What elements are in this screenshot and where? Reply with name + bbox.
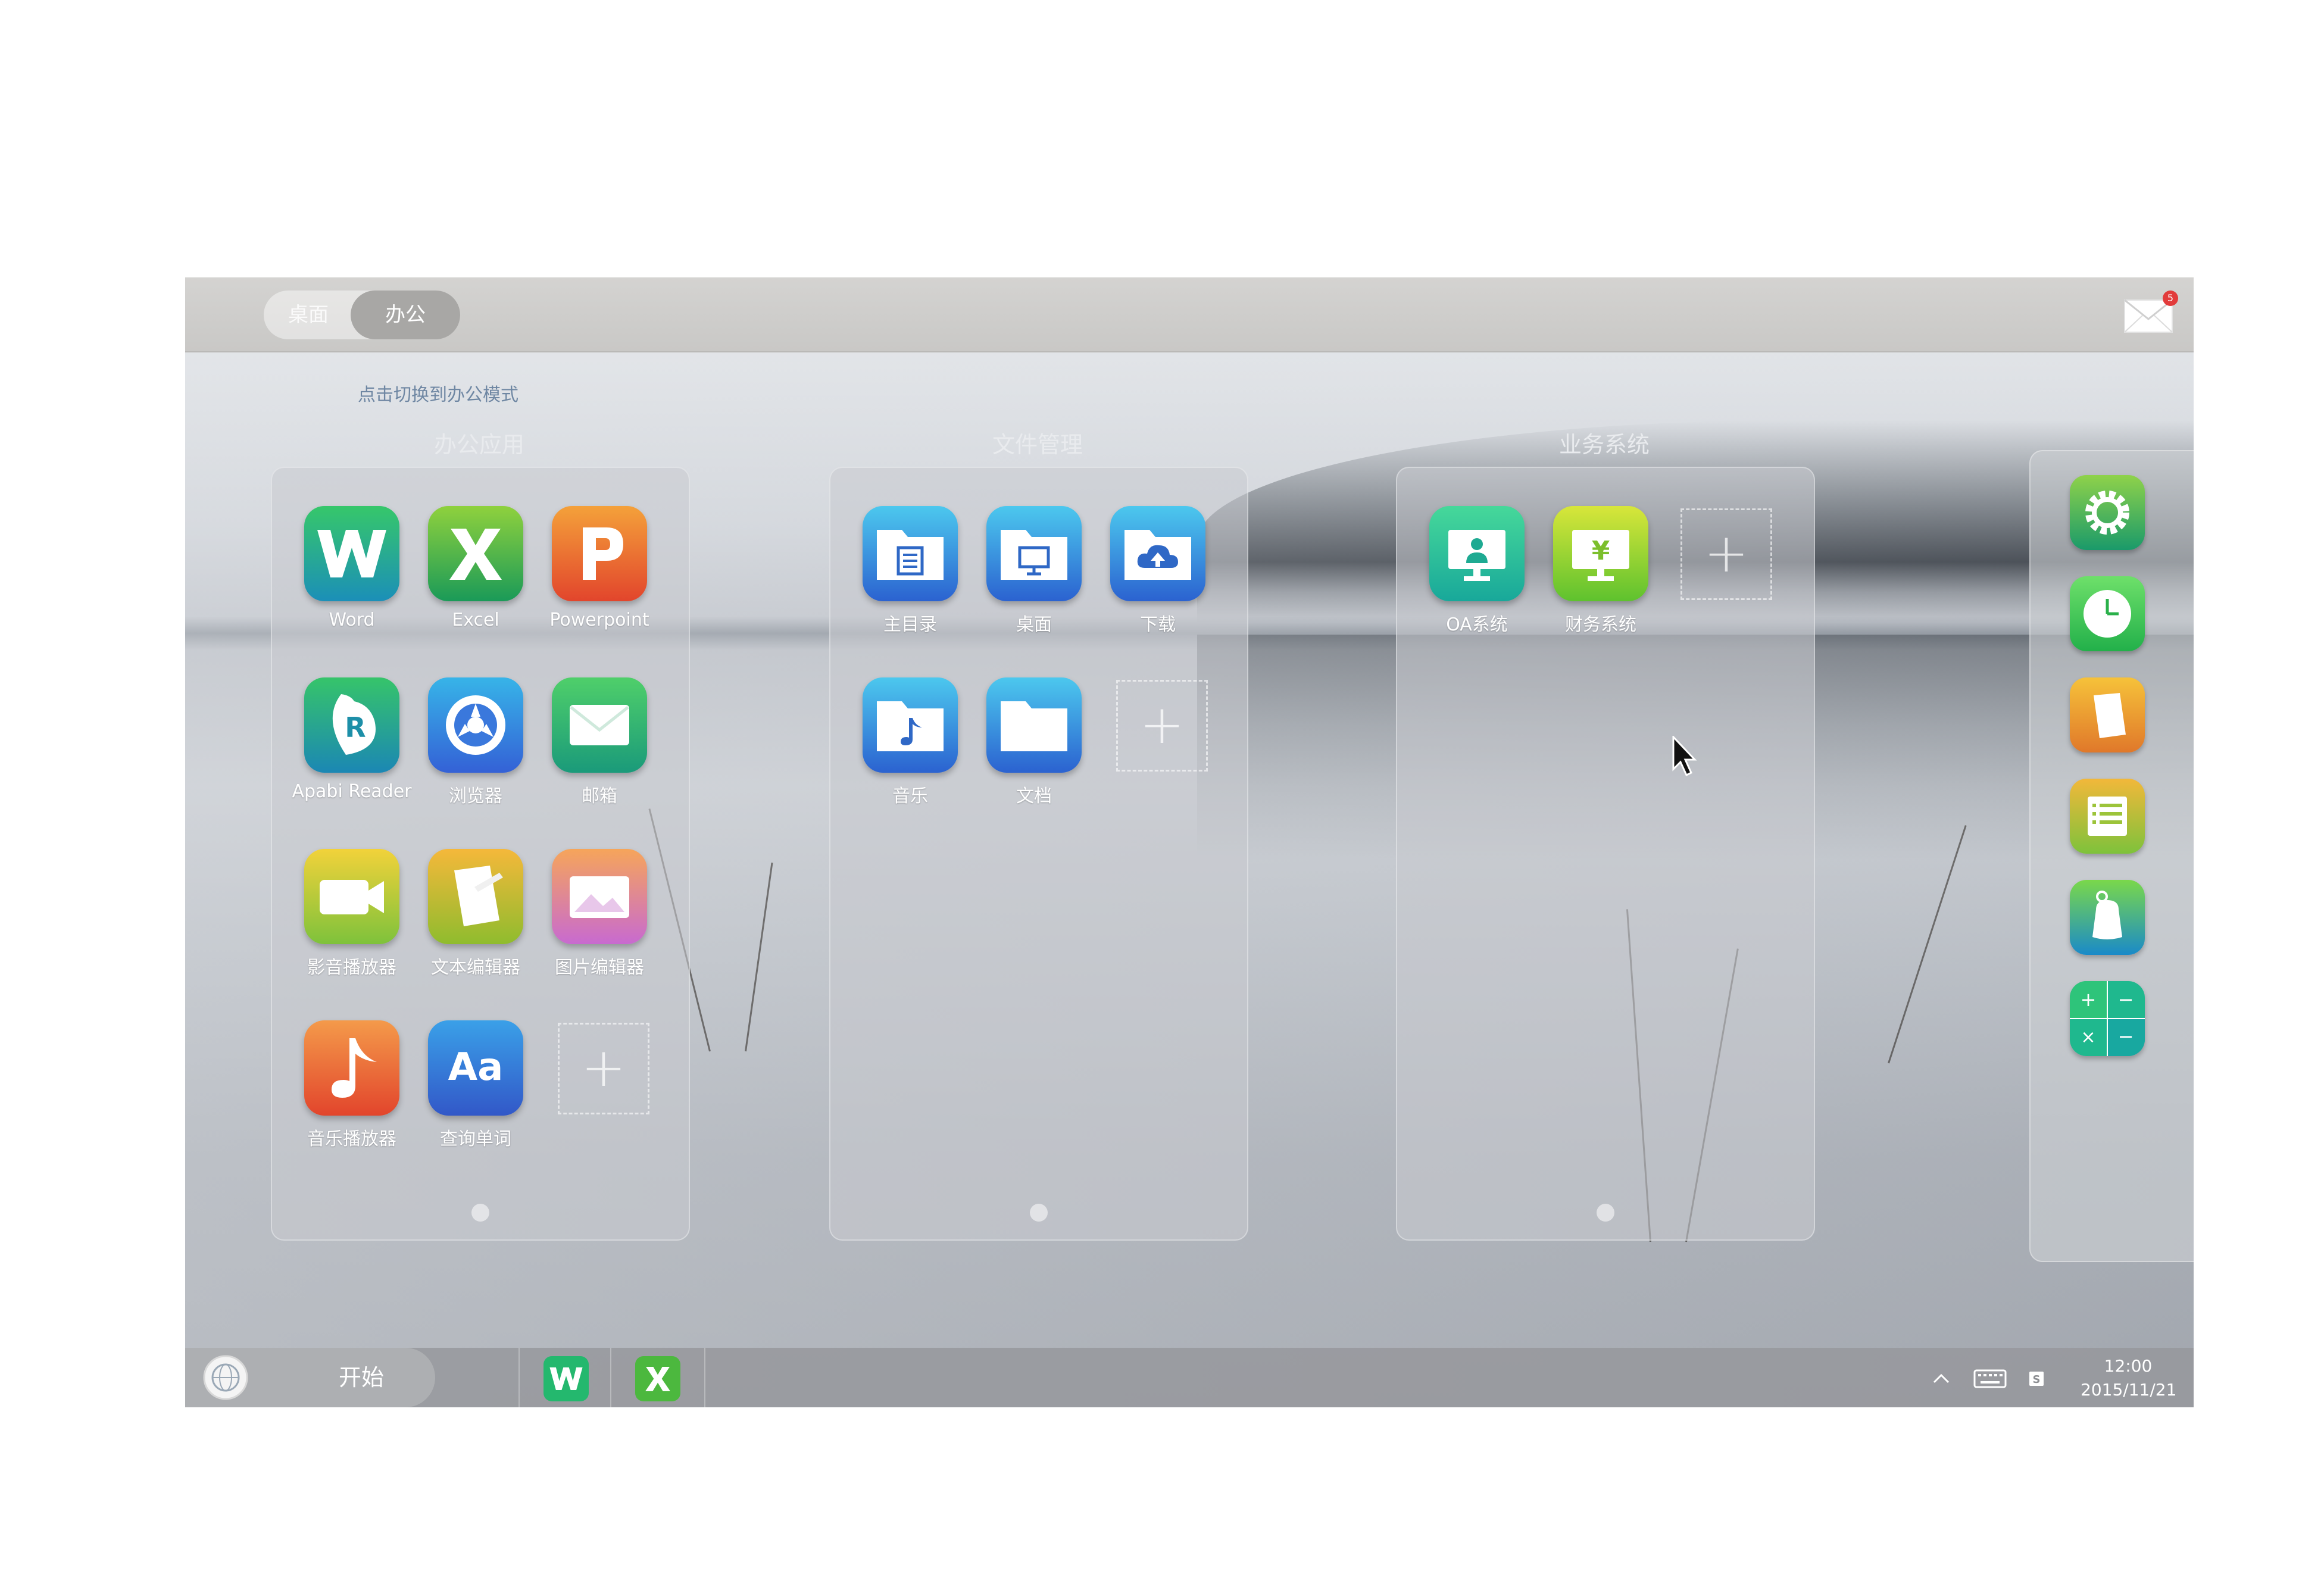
app-desktop-folder[interactable]: 桌面 [966,506,1085,649]
mode-switch-hint[interactable]: 点击切换到办公模式 [358,380,518,406]
add-app-slot[interactable]: + [558,1023,649,1114]
mail-badge: 5 [2163,291,2178,306]
documents-folder-icon [986,677,1082,773]
mouse-cursor-icon [1672,736,1697,777]
taskbar-app-excel[interactable] [610,1348,705,1407]
clock-icon[interactable] [2070,576,2145,651]
panel-title-business-systems: 业务系统 [1558,432,1650,458]
tray-expand-icon[interactable] [1929,1363,1953,1393]
app-music-player[interactable]: 音乐播放器 [284,1020,403,1163]
mode-desktop-button[interactable]: 桌面 [264,291,353,339]
app-label: 下载 [1140,614,1176,635]
svg-text:+: + [2081,988,2097,1011]
mail-icon [552,677,647,773]
video-player-icon [304,849,399,944]
dictionary-icon: Aa [428,1020,523,1116]
excel-icon [428,506,523,601]
start-label: 开始 [339,1364,385,1391]
calculator-icon[interactable]: + − × − [2070,981,2145,1056]
app-label: Powerpoint [549,610,649,630]
cleaner-icon[interactable] [2070,880,2145,955]
add-app-slot[interactable]: + [1116,680,1208,772]
taskbar-app-word[interactable] [518,1348,613,1407]
input-method-icon[interactable]: S [2025,1363,2048,1393]
taskbar: 开始 S 12:00 2015/11/21 [185,1348,2194,1407]
word-icon [543,1356,589,1401]
music-folder-icon [863,677,958,773]
page-indicator[interactable] [1597,1204,1614,1222]
desktop-screen: 桌面 办公 5 点击切换到办公模式 办公应用 Word Excel Powerp… [185,277,2194,1407]
panel-business-systems: OA系统 ¥ 财务系统 + [1396,467,1815,1241]
app-home-folder[interactable]: 主目录 [842,506,961,649]
apabi-reader-icon: R [304,677,399,773]
app-download-folder[interactable]: 下载 [1090,506,1209,649]
app-mail[interactable]: 邮箱 [532,677,651,820]
app-image-editor[interactable]: 图片编辑器 [532,849,651,992]
browser-icon [428,677,523,773]
app-word[interactable]: Word [284,506,403,649]
svg-text:×: × [2081,1027,2095,1048]
download-folder-icon [1110,506,1205,601]
music-player-icon [304,1020,399,1116]
svg-text:R: R [345,711,366,744]
right-dock: + − × − [2029,450,2194,1262]
keyboard-icon[interactable] [1972,1363,2008,1393]
app-powerpoint[interactable]: Powerpoint [532,506,651,649]
top-bar: 桌面 办公 5 [185,277,2194,352]
home-folder-icon [863,506,958,601]
clock-time[interactable]: 12:00 [2081,1356,2176,1376]
svg-text:−: − [2118,1025,2134,1048]
svg-text:¥: ¥ [1592,536,1610,566]
mode-office-button[interactable]: 办公 [351,291,460,339]
svg-text:−: − [2118,988,2134,1011]
settings-icon[interactable] [2070,475,2145,550]
app-browser[interactable]: 浏览器 [408,677,527,820]
app-label: 查询单词 [440,1129,511,1150]
app-excel[interactable]: Excel [408,506,527,649]
app-label: 邮箱 [582,786,617,807]
app-music-folder[interactable]: 音乐 [842,677,961,820]
image-editor-icon [552,849,647,944]
text-editor-icon [428,849,523,944]
app-label: 财务系统 [1565,614,1636,635]
app-label: 图片编辑器 [555,957,644,978]
notes-icon[interactable] [2070,677,2145,752]
app-label: 文档 [1016,786,1052,807]
plus-icon: + [581,1036,626,1099]
page-indicator[interactable] [1030,1204,1048,1222]
app-oa-system[interactable]: OA系统 [1409,506,1528,649]
app-text-editor[interactable]: 文本编辑器 [408,849,527,992]
app-video-player[interactable]: 影音播放器 [284,849,403,992]
oa-system-icon [1429,506,1525,601]
app-documents-folder[interactable]: 文档 [966,677,1085,820]
app-dictionary[interactable]: Aa 查询单词 [408,1020,527,1163]
list-icon[interactable] [2070,779,2145,854]
desktop-folder-icon [986,506,1082,601]
page-indicator[interactable] [471,1204,489,1222]
svg-text:Aa: Aa [448,1045,504,1089]
excel-icon [635,1356,680,1401]
powerpoint-icon [552,506,647,601]
plus-icon: + [1139,694,1185,756]
plus-icon: + [1704,522,1749,585]
app-finance-system[interactable]: ¥ 财务系统 [1533,506,1652,649]
panel-title-file-management: 文件管理 [992,432,1083,458]
panel-file-management: 主目录 桌面 下载 音乐 文档 + [829,467,1248,1241]
mode-switch[interactable]: 桌面 办公 [264,291,460,339]
app-apabi-reader[interactable]: R Apabi Reader [284,677,412,820]
word-icon [304,506,399,601]
start-button[interactable]: 开始 [185,1348,435,1407]
start-logo-icon [203,1355,248,1400]
clock-date[interactable]: 2015/11/21 [2081,1380,2176,1400]
svg-text:S: S [2033,1373,2041,1386]
finance-system-icon: ¥ [1553,506,1648,601]
add-app-slot[interactable]: + [1680,508,1772,600]
panel-office-apps: Word Excel Powerpoint R Apabi Reader 浏览器… [271,467,690,1241]
panel-title-office-apps: 办公应用 [433,432,524,458]
